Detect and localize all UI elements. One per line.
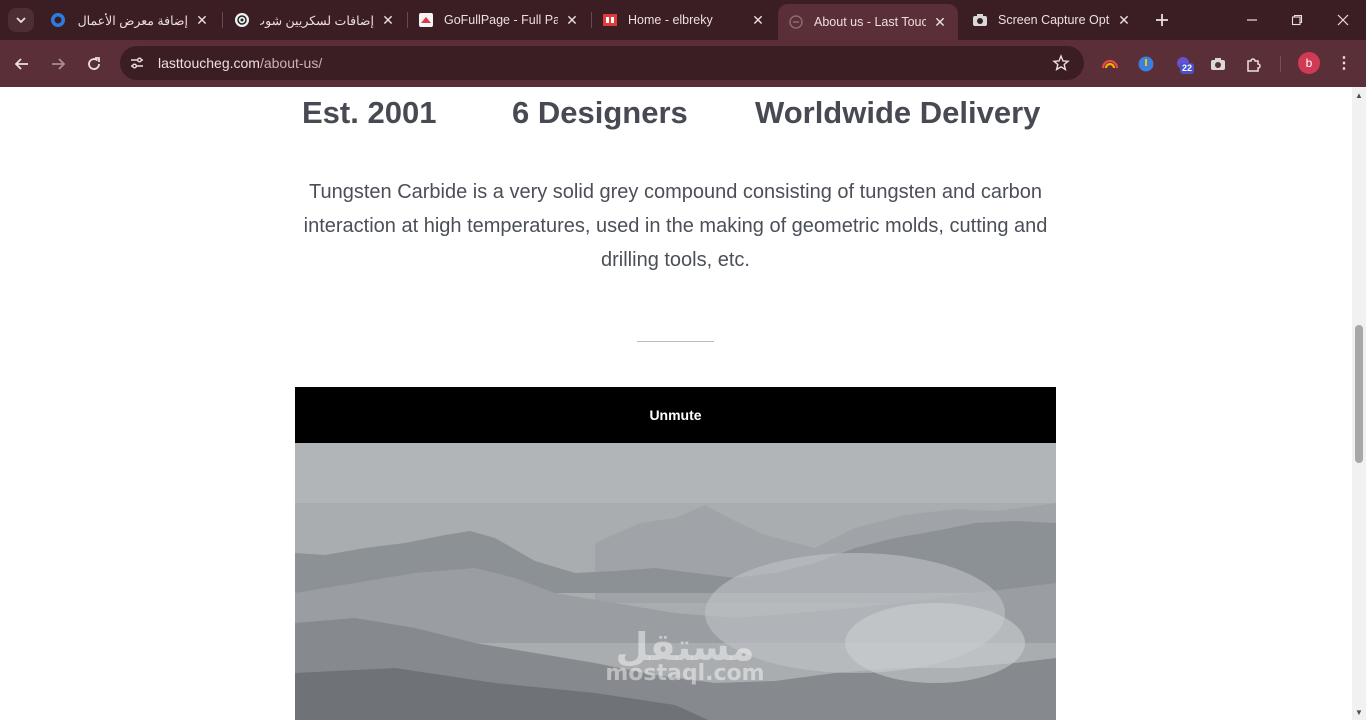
close-window-button[interactable] xyxy=(1329,6,1357,34)
chevron-down-icon xyxy=(16,17,26,24)
unmute-label: Unmute xyxy=(649,407,702,423)
tab-title: إضافات لسكريين شوت xyxy=(260,13,374,28)
tab-search-button[interactable] xyxy=(8,8,34,32)
camera-icon[interactable] xyxy=(1207,53,1229,75)
scroll-down-arrow-icon[interactable]: ▼ xyxy=(1352,706,1366,718)
stat-designers: 6 Designers xyxy=(512,95,688,130)
tab-strip: إضافة معرض الأعمال ✕ إضافات لسكريين شوت … xyxy=(0,0,1366,40)
arrow-left-icon xyxy=(14,58,28,70)
stats-row: Est. 2001 6 Designers Worldwide Delivery xyxy=(0,95,1350,135)
tab-separator xyxy=(222,12,223,28)
url-text[interactable]: lasttoucheg.com/about-us/ xyxy=(158,55,322,71)
camera-icon xyxy=(972,12,988,28)
puzzle-extensions-icon[interactable] xyxy=(1243,53,1265,75)
tab-elbreky[interactable]: Home - elbreky ✕ xyxy=(592,4,776,36)
address-bar[interactable]: lasttoucheg.com/about-us/ xyxy=(120,46,1084,80)
close-icon[interactable]: ✕ xyxy=(1116,12,1132,28)
tab-screen-capture[interactable]: Screen Capture Options ✕ xyxy=(962,4,1142,36)
counter-extension-icon[interactable]: 22 xyxy=(1172,53,1195,75)
toolbar-separator xyxy=(1280,56,1281,72)
forward-button[interactable] xyxy=(44,50,72,78)
elbreky-icon xyxy=(602,12,618,28)
page-scrollbar[interactable]: ▲ ▼ xyxy=(1352,87,1366,720)
url-path: /about-us/ xyxy=(259,55,323,71)
tab-gofullpage[interactable]: GoFullPage - Full Page ✕ xyxy=(408,4,590,36)
lasttouch-icon xyxy=(788,14,804,30)
bookmark-star-icon[interactable] xyxy=(1052,54,1070,72)
extension-badge: 22 xyxy=(1180,63,1195,74)
openai-icon xyxy=(234,12,250,28)
watermark-latin: mostaql.com xyxy=(605,661,765,686)
scroll-thumb[interactable] xyxy=(1355,325,1363,463)
tab-title: Screen Capture Options xyxy=(998,13,1110,27)
scroll-up-arrow-icon[interactable]: ▲ xyxy=(1352,89,1366,101)
tab-title: About us - Last Touch xyxy=(814,15,926,29)
restore-button[interactable] xyxy=(1283,6,1311,34)
mostaql-watermark: مستقل mostaql.com xyxy=(600,627,770,685)
close-icon[interactable]: ✕ xyxy=(932,14,948,30)
gofullpage-icon xyxy=(418,12,434,28)
close-icon[interactable]: ✕ xyxy=(564,12,580,28)
tab-portfolio[interactable]: إضافة معرض الأعمال ✕ xyxy=(40,4,220,36)
reload-button[interactable] xyxy=(80,50,108,78)
stat-delivery: Worldwide Delivery xyxy=(755,95,1041,130)
circle-logo-icon xyxy=(50,12,66,28)
minimize-button[interactable] xyxy=(1238,6,1266,34)
tab-title: GoFullPage - Full Page xyxy=(444,13,558,27)
reload-icon xyxy=(88,57,100,70)
close-icon[interactable]: ✕ xyxy=(380,12,396,28)
back-button[interactable] xyxy=(8,50,36,78)
more-menu-icon[interactable]: ⋮ xyxy=(1333,52,1355,74)
section-divider xyxy=(637,341,714,342)
info-extension-icon[interactable] xyxy=(1135,53,1157,75)
tab-title: Home - elbreky xyxy=(628,13,713,27)
page-viewport: Est. 2001 6 Designers Worldwide Delivery… xyxy=(0,87,1366,720)
minimize-icon xyxy=(1247,19,1257,21)
browser-toolbar: lasttoucheg.com/about-us/ 22 b ⋮ xyxy=(0,40,1366,87)
close-icon[interactable]: ✕ xyxy=(194,12,210,28)
rainbow-extension-icon[interactable] xyxy=(1099,53,1121,75)
unmute-button[interactable]: Unmute xyxy=(295,387,1056,443)
close-icon[interactable]: ✕ xyxy=(750,12,766,28)
stat-established: Est. 2001 xyxy=(302,95,437,130)
tab-title: إضافة معرض الأعمال xyxy=(77,13,188,28)
restore-icon xyxy=(1291,14,1303,26)
site-settings-icon[interactable] xyxy=(124,50,150,76)
url-domain: lasttoucheg.com xyxy=(158,55,260,71)
profile-avatar[interactable]: b xyxy=(1298,52,1320,74)
about-description: Tungsten Carbide is a very solid grey co… xyxy=(303,181,1048,271)
close-icon xyxy=(1337,14,1349,26)
arrow-right-icon xyxy=(52,58,66,70)
new-tab-button[interactable] xyxy=(1150,8,1174,32)
tab-last-touch-about[interactable]: About us - Last Touch ✕ xyxy=(778,4,958,40)
plus-icon xyxy=(1156,14,1168,26)
tab-screenshot-addons[interactable]: إضافات لسكريين شوت ✕ xyxy=(224,4,406,36)
